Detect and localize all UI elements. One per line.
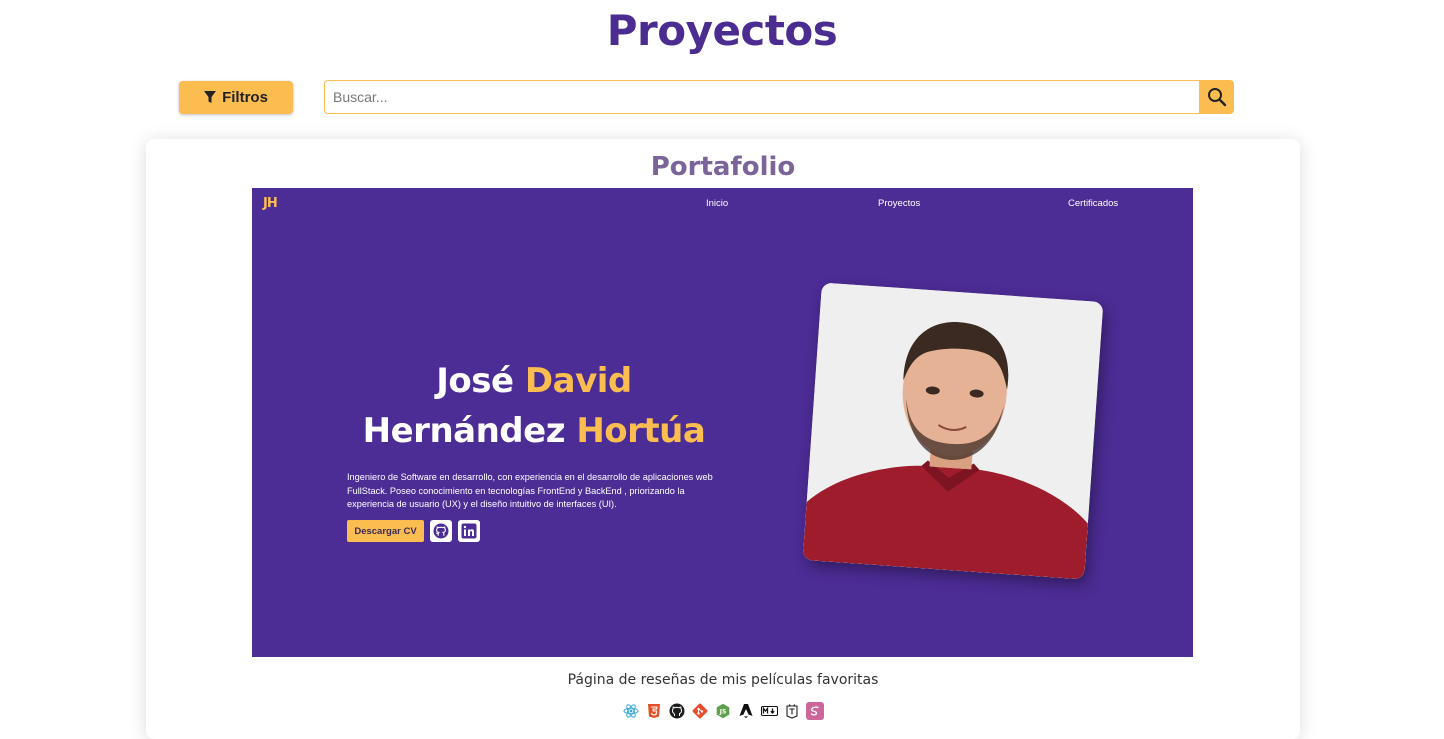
preview-linkedin-icon	[458, 520, 480, 542]
astro-icon	[737, 702, 755, 720]
preview-nav-inicio: Inicio	[706, 198, 729, 209]
project-title: Portafolio	[650, 152, 796, 182]
preview-name: José David Hernández Hortúa	[362, 361, 706, 451]
markdown-icon	[760, 702, 778, 720]
github-icon	[668, 702, 686, 720]
filter-button-label: Filtros	[222, 89, 268, 106]
html5-icon	[645, 702, 663, 720]
search-icon	[1207, 88, 1226, 107]
search-bar	[324, 80, 1234, 114]
svg-text:JS: JS	[719, 709, 727, 716]
project-description: Página de reseñas de mis películas favor…	[567, 672, 879, 688]
preview-nav-proyectos: Proyectos	[878, 198, 921, 209]
profile-photo	[802, 282, 1104, 580]
sass-icon	[806, 702, 824, 720]
nodejs-icon: JS	[714, 702, 732, 720]
project-preview-image[interactable]: JH Inicio Proyectos Certificados José Da…	[252, 188, 1193, 657]
git-icon	[691, 702, 709, 720]
filter-icon	[204, 91, 217, 103]
filter-button[interactable]: Filtros	[179, 81, 293, 114]
preview-bio: Ingeniero de Software en desarrollo, con…	[347, 472, 713, 509]
react-icon	[622, 702, 640, 720]
preview-github-icon	[430, 520, 452, 542]
preview-cv-button: Descargar CV	[347, 520, 424, 542]
search-input[interactable]	[324, 80, 1199, 114]
search-button[interactable]	[1199, 80, 1234, 114]
project-card[interactable]: Portafolio JH Inicio Proyectos Certifica…	[146, 139, 1300, 739]
preview-nav-certificados: Certificados	[1068, 198, 1119, 209]
tailwind-icon	[783, 702, 801, 720]
page-title: Proyectos	[606, 6, 838, 55]
preview-logo: JH	[263, 196, 278, 211]
technology-icons: JS	[622, 702, 824, 722]
